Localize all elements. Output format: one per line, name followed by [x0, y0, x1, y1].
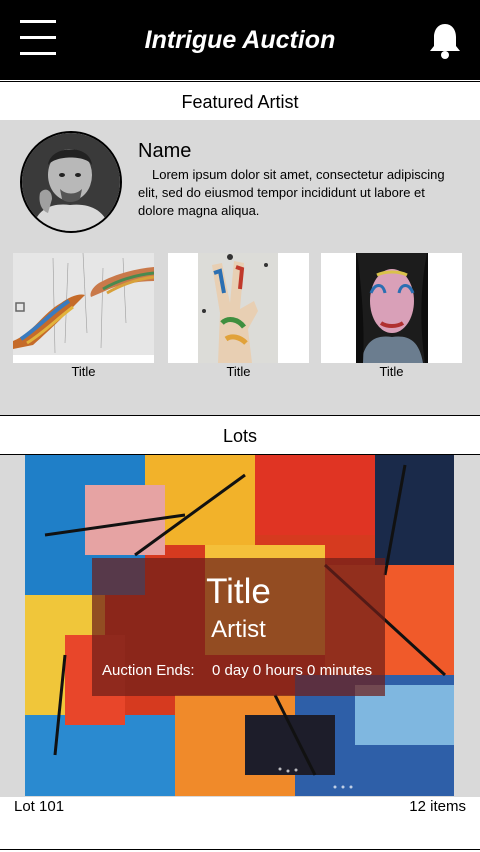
- lots-heading: Lots: [0, 415, 480, 455]
- auction-ends-label: Auction Ends:: [102, 662, 195, 679]
- artist-avatar[interactable]: [20, 131, 122, 233]
- artwork-title: Title: [226, 364, 251, 379]
- artwork-thumbnail[interactable]: [13, 253, 154, 363]
- bell-icon[interactable]: [428, 22, 462, 60]
- lot-item-count: 12 items: [409, 798, 466, 815]
- artwork-title: Title: [71, 364, 96, 379]
- featured-artist-heading: Featured Artist: [0, 81, 480, 121]
- artist-bio: Lorem ipsum dolor sit amet, consectetur …: [138, 167, 445, 218]
- top-bar: Intrigue Auction: [0, 0, 480, 80]
- app-title: Intrigue Auction: [144, 26, 336, 54]
- lot-artist: Artist: [211, 616, 266, 643]
- artist-name: Name: [138, 140, 192, 162]
- artwork-thumbnail[interactable]: [168, 253, 309, 363]
- artwork-title: Title: [379, 364, 404, 379]
- lot-info-overlay[interactable]: Title Artist Auction Ends: 0 day 0 hours…: [92, 558, 385, 696]
- divider: [0, 849, 480, 850]
- featured-artist-panel: Name Lorem ipsum dolor sit amet, consect…: [0, 120, 480, 415]
- lot-number: Lot 101: [14, 798, 65, 815]
- auction-countdown: 0 day 0 hours 0 minutes: [212, 662, 373, 679]
- artwork-thumbnail[interactable]: [321, 253, 462, 363]
- lot-title: Title: [206, 572, 271, 611]
